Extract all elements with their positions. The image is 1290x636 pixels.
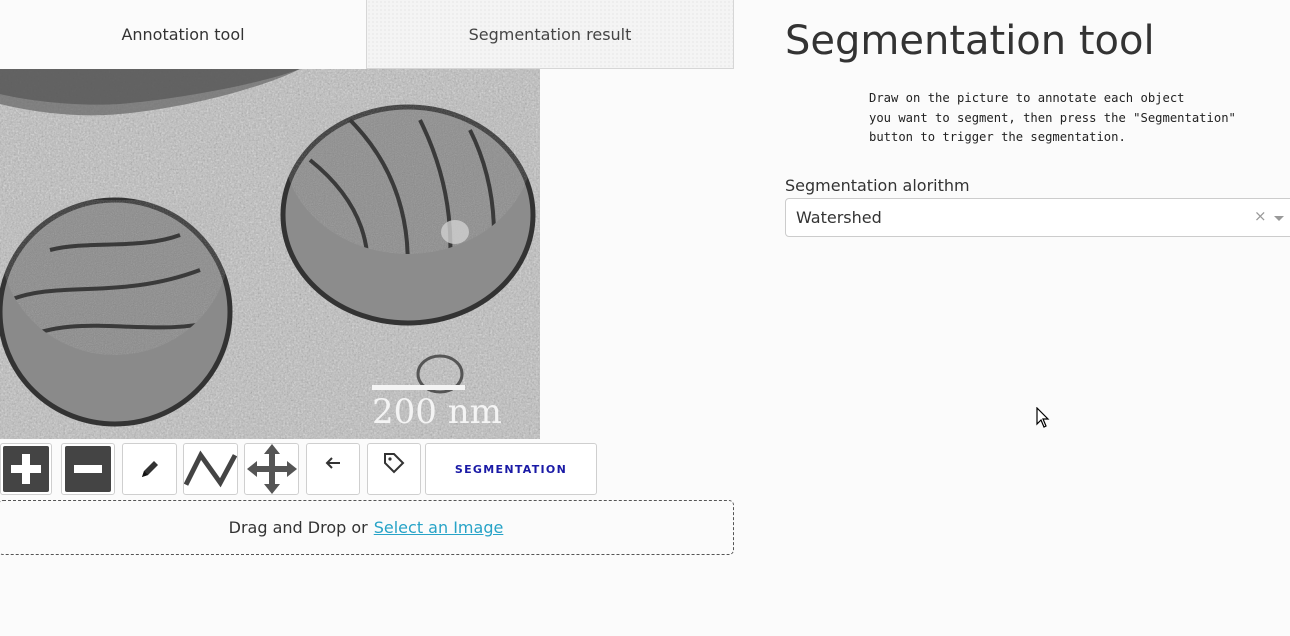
undo-button[interactable] [306, 443, 360, 495]
page-title: Segmentation tool [785, 18, 1155, 64]
mouse-cursor-icon [1036, 407, 1050, 428]
tab-segmentation-result[interactable]: Segmentation result [366, 0, 734, 69]
zoom-out-button[interactable] [61, 443, 115, 495]
clear-icon[interactable]: × [1254, 207, 1267, 225]
label-button[interactable] [367, 443, 421, 495]
select-image-link[interactable]: Select an Image [374, 518, 504, 537]
tab-segmentation-result-label: Segmentation result [468, 24, 632, 44]
plus-icon [11, 454, 41, 484]
tag-icon [384, 453, 405, 474]
pan-button[interactable] [244, 443, 299, 495]
tab-annotation-tool[interactable]: Annotation tool [0, 0, 366, 69]
algorithm-dropdown[interactable]: Watershed × [785, 198, 1290, 237]
draw-path-button[interactable] [183, 443, 238, 495]
pencil-icon [141, 461, 158, 477]
draw-button[interactable] [122, 443, 177, 495]
microscopy-image: 200 nm [0, 69, 540, 439]
tab-annotation-tool-label: Annotation tool [121, 25, 245, 44]
instructions-text: Draw on the picture to annotate each obj… [869, 91, 1236, 144]
algorithm-label: Segmentation alorithm [785, 176, 970, 195]
zigzag-icon [184, 450, 237, 488]
segmentation-button[interactable]: SEGMENTATION [425, 443, 597, 495]
image-drop-zone[interactable]: Drag and Drop or Select an Image [0, 500, 734, 555]
annotation-canvas[interactable]: 200 nm [0, 69, 540, 439]
minus-icon [74, 465, 102, 473]
scale-bar-label: 200 nm [372, 392, 502, 432]
arrow-left-icon [325, 457, 340, 469]
move-icon [246, 444, 297, 494]
chevron-down-icon[interactable] [1274, 216, 1284, 221]
zoom-in-button[interactable] [0, 443, 52, 495]
algorithm-selected-value: Watershed [796, 208, 882, 227]
drop-zone-text: Drag and Drop or [228, 518, 368, 537]
segmentation-button-label: SEGMENTATION [454, 462, 568, 476]
